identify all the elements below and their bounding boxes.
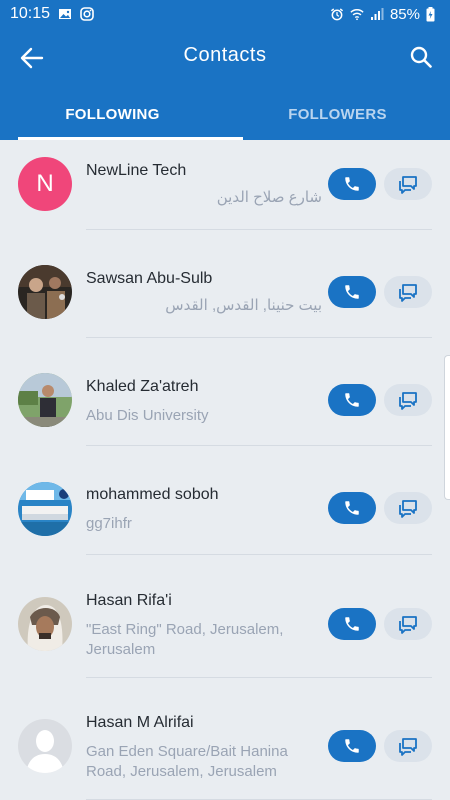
- call-button[interactable]: [328, 730, 376, 762]
- contact-name: Sawsan Abu-Sulb: [86, 270, 213, 287]
- message-button[interactable]: [384, 276, 432, 308]
- contact-subtitle: Gan Eden Square/Bait Hanina Road, Jerusa…: [86, 743, 288, 780]
- phone-icon: [345, 739, 359, 753]
- message-button[interactable]: [384, 384, 432, 416]
- status-bar: 10:15 85%: [0, 0, 450, 28]
- divider: [86, 445, 432, 446]
- tab-following[interactable]: FOLLOWING: [0, 88, 243, 140]
- profile-photo-image: [18, 597, 72, 651]
- divider: [86, 677, 432, 678]
- contact-name: Khaled Za'atreh: [86, 378, 199, 395]
- call-button[interactable]: [328, 276, 376, 308]
- tab-bar: FOLLOWING FOLLOWERS: [0, 88, 450, 140]
- phone-icon: [345, 501, 359, 515]
- default-avatar-icon: [18, 719, 72, 773]
- contact-name: NewLine Tech: [86, 162, 187, 179]
- contact-subtitle: بيت حنينا, القدس, القدس: [165, 297, 322, 314]
- avatar: [18, 265, 72, 319]
- avatar: [18, 373, 72, 427]
- search-icon: [410, 46, 432, 68]
- chat-icon: [399, 284, 417, 302]
- message-button[interactable]: [384, 168, 432, 200]
- phone-icon: [345, 393, 359, 407]
- call-button[interactable]: [328, 608, 376, 640]
- avatar: [18, 597, 72, 651]
- app-bar: Contacts: [0, 28, 450, 88]
- call-button[interactable]: [328, 492, 376, 524]
- chat-icon: [399, 738, 417, 756]
- gallery-notification-icon: [58, 7, 72, 21]
- status-time: 10:15: [10, 5, 51, 22]
- avatar-letter: N: [36, 170, 54, 197]
- phone-icon: [345, 617, 359, 631]
- message-button[interactable]: [384, 730, 432, 762]
- contact-subtitle: "East Ring" Road, Jerusalem, Jerusalem: [86, 621, 284, 658]
- profile-photo-image: [18, 482, 72, 536]
- contact-subtitle: شارع صلاح الدين: [216, 189, 322, 206]
- chat-icon: [399, 392, 417, 410]
- divider: [86, 229, 432, 230]
- chat-icon: [399, 176, 417, 194]
- alarm-icon: [330, 7, 344, 21]
- chat-icon: [399, 616, 417, 634]
- divider: [86, 337, 432, 338]
- profile-photo-image: [18, 373, 72, 427]
- avatar: [18, 482, 72, 536]
- call-button[interactable]: [328, 384, 376, 416]
- contact-subtitle: Abu Dis University: [86, 407, 209, 424]
- contact-name: Hasan M Alrifai: [86, 714, 194, 731]
- message-button[interactable]: [384, 608, 432, 640]
- contact-name: mohammed soboh: [86, 486, 219, 503]
- call-button[interactable]: [328, 168, 376, 200]
- scroll-indicator[interactable]: [444, 355, 450, 500]
- page-title: Contacts: [183, 44, 267, 66]
- battery-icon: [426, 7, 440, 22]
- battery-percent: 85%: [389, 5, 420, 23]
- instagram-notification-icon: [80, 7, 94, 21]
- contact-name: Hasan Rifa'i: [86, 592, 172, 609]
- search-button[interactable]: [406, 42, 436, 72]
- avatar: [18, 719, 72, 773]
- chat-icon: [399, 500, 417, 518]
- tab-followers[interactable]: FOLLOWERS: [225, 88, 450, 140]
- divider: [86, 554, 432, 555]
- phone-icon: [345, 177, 359, 191]
- phone-icon: [345, 285, 359, 299]
- contact-list: N NewLine Tech شارع صلاح الدين Sawsan Ab…: [0, 140, 450, 800]
- profile-photo-image: [18, 265, 72, 319]
- message-button[interactable]: [384, 492, 432, 524]
- signal-icon: [370, 7, 384, 21]
- wifi-icon: [350, 7, 364, 21]
- avatar: N: [18, 157, 72, 211]
- contact-subtitle: gg7ihfr: [86, 515, 132, 532]
